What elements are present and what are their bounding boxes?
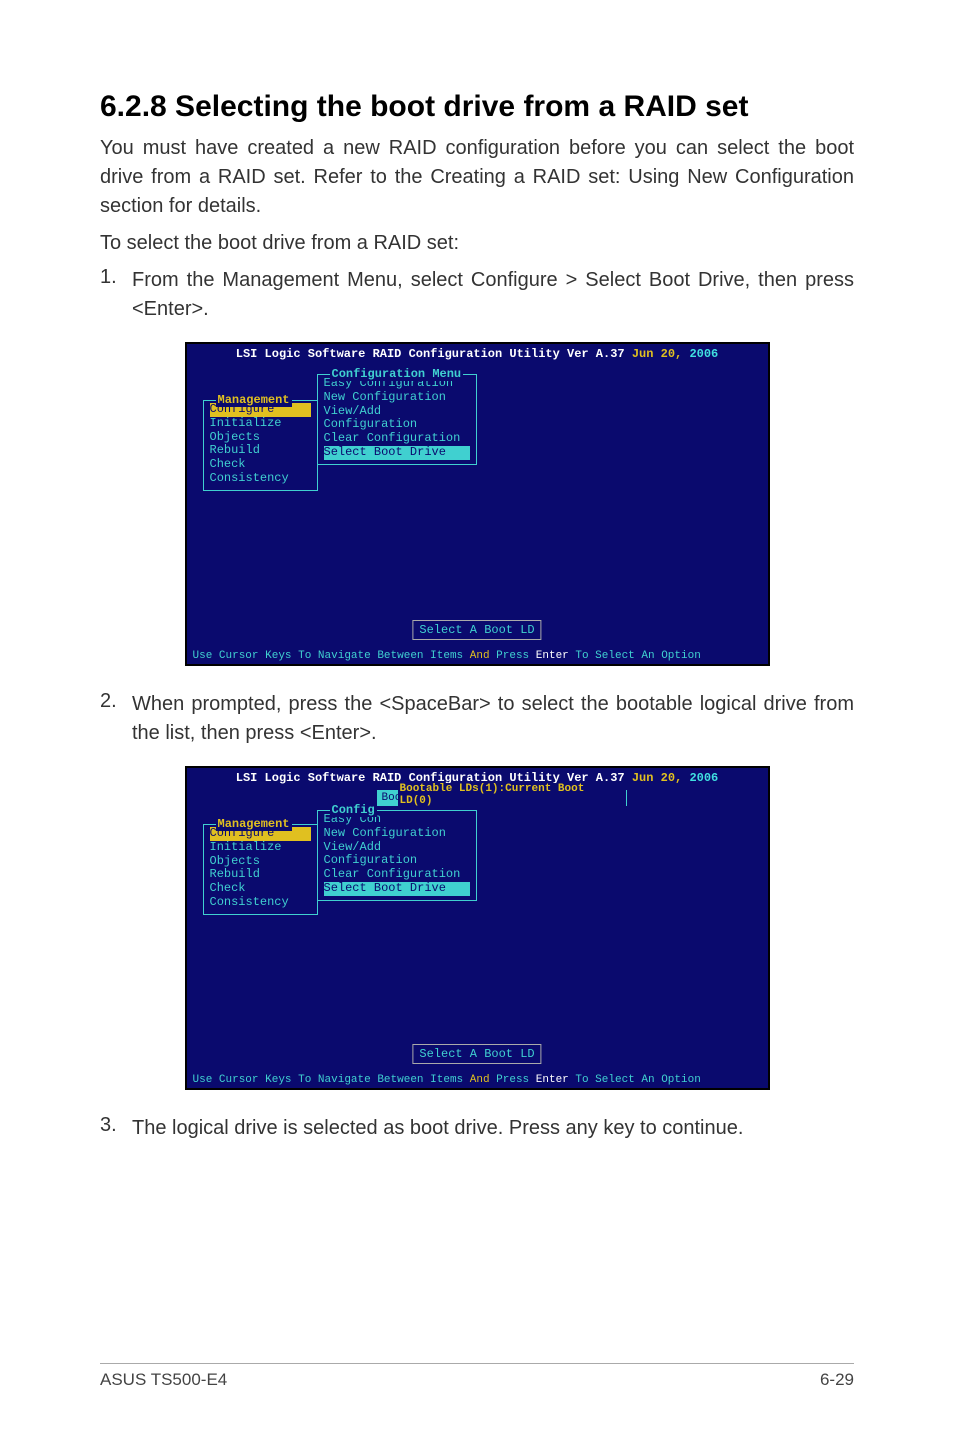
bios-screenshot-1: LSI Logic Software RAID Configuration Ut… <box>185 342 770 666</box>
mgmt-item-rebuild[interactable]: Rebuild <box>210 868 311 882</box>
mgmt-item-rebuild[interactable]: Rebuild <box>210 444 311 458</box>
mgmt-item-objects[interactable]: Objects <box>210 855 311 869</box>
bios-title-year: 2006 <box>689 771 718 785</box>
step-number: 2. <box>100 690 132 748</box>
footer-seg: Use Cursor Keys To Navigate Between Item… <box>193 1074 470 1086</box>
bios-footer-hint: Use Cursor Keys To Navigate Between Item… <box>193 1074 762 1086</box>
mgmt-item-objects[interactable]: Objects <box>210 431 311 445</box>
bios-title-date: Jun 20, <box>632 347 690 361</box>
intro-paragraph-1: You must have created a new RAID configu… <box>100 134 854 221</box>
config-item-view-add[interactable]: View/Add Configuration <box>324 405 470 433</box>
bootable-lds-label: Bootable LDs(1):Current Boot LD(0) <box>398 783 626 807</box>
select-boot-prompt: Select A Boot LD <box>412 620 541 640</box>
management-menu: Management Configure Initialize Objects … <box>203 824 318 915</box>
bootable-lds-box: Bootable LDs(1):Current Boot LD(0) Boot … <box>377 790 627 806</box>
management-menu-label: Management <box>216 393 292 407</box>
config-item-select-boot[interactable]: Select Boot Drive <box>324 882 470 896</box>
management-menu: Management Configure Initialize Objects … <box>203 400 318 491</box>
footer-seg: To Select An Option <box>575 1074 700 1086</box>
configuration-menu: Config Easy Con New Configuration View/A… <box>317 810 477 901</box>
footer-seg: And <box>470 1074 496 1086</box>
section-heading: 6.2.8 Selecting the boot drive from a RA… <box>100 90 854 124</box>
step-2: 2. When prompted, press the <SpaceBar> t… <box>100 690 854 748</box>
step-3: 3. The logical drive is selected as boot… <box>100 1114 854 1143</box>
mgmt-item-check-consistency[interactable]: Check Consistency <box>210 458 311 486</box>
management-menu-label: Management <box>216 817 292 831</box>
step-number: 1. <box>100 266 132 324</box>
bios-title-text: LSI Logic Software RAID Configuration Ut… <box>236 347 632 361</box>
select-boot-prompt: Select A Boot LD <box>412 1044 541 1064</box>
footer-page-number: 6-29 <box>820 1370 854 1390</box>
bios-footer-hint: Use Cursor Keys To Navigate Between Item… <box>193 650 762 662</box>
mgmt-item-initialize[interactable]: Initialize <box>210 417 311 431</box>
footer-seg: To Select An Option <box>575 650 700 662</box>
step-number: 3. <box>100 1114 132 1143</box>
page-footer: ASUS TS500-E4 6-29 <box>100 1363 854 1390</box>
config-item-view-add[interactable]: View/Add Configuration <box>324 841 470 869</box>
step-1: 1. From the Management Menu, select Conf… <box>100 266 854 324</box>
bios-screenshot-2: LSI Logic Software RAID Configuration Ut… <box>185 766 770 1090</box>
mgmt-item-check-consistency[interactable]: Check Consistency <box>210 882 311 910</box>
footer-seg: Enter <box>536 650 576 662</box>
config-item-new[interactable]: New Configuration <box>324 391 470 405</box>
step-text: The logical drive is selected as boot dr… <box>132 1114 854 1143</box>
footer-seg: Press <box>496 1074 536 1086</box>
intro-paragraph-2: To select the boot drive from a RAID set… <box>100 229 854 258</box>
config-item-clear[interactable]: Clear Configuration <box>324 868 470 882</box>
footer-seg: Press <box>496 650 536 662</box>
footer-product: ASUS TS500-E4 <box>100 1370 227 1390</box>
footer-seg: And <box>470 650 496 662</box>
config-item-clear[interactable]: Clear Configuration <box>324 432 470 446</box>
bios-title-date: Jun 20, <box>632 771 690 785</box>
config-item-new[interactable]: New Configuration <box>324 827 470 841</box>
configuration-menu-label-short: Config <box>330 803 377 817</box>
step-text: From the Management Menu, select Configu… <box>132 266 854 324</box>
mgmt-item-initialize[interactable]: Initialize <box>210 841 311 855</box>
footer-seg: Use Cursor Keys To Navigate Between Item… <box>193 650 470 662</box>
configuration-menu: Configuration Menu Easy Configuration Ne… <box>317 374 477 465</box>
bios-title: LSI Logic Software RAID Configuration Ut… <box>187 344 768 361</box>
footer-seg: Enter <box>536 1074 576 1086</box>
configuration-menu-label: Configuration Menu <box>330 367 464 381</box>
config-item-select-boot[interactable]: Select Boot Drive <box>324 446 470 460</box>
bios-title-year: 2006 <box>689 347 718 361</box>
step-text: When prompted, press the <SpaceBar> to s… <box>132 690 854 748</box>
